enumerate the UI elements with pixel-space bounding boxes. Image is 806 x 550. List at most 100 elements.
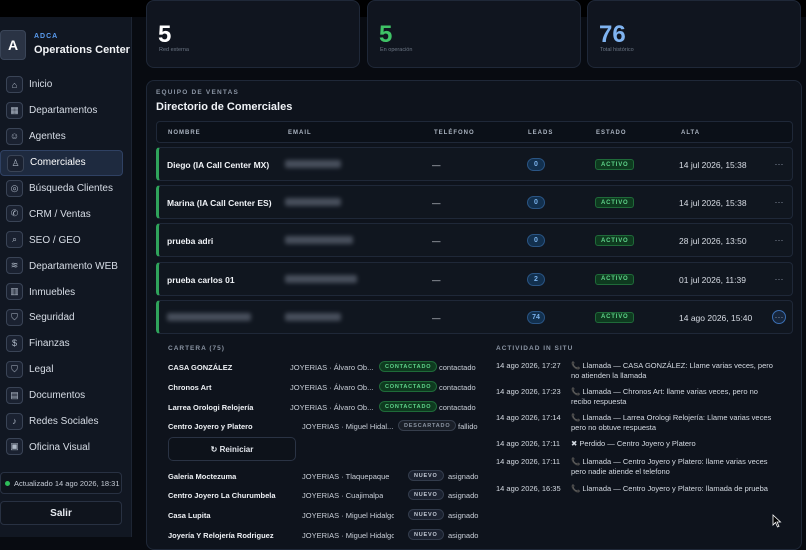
brand-org: ADCA: [34, 33, 59, 40]
shield-icon: ⛉: [6, 309, 23, 327]
cartera-group: JOYERIAS · Álvaro Ob...: [290, 403, 374, 412]
comercial-name: prueba carlos 01: [167, 274, 235, 285]
comerciales-panel: EQUIPO DE VENTAS Directorio de Comercial…: [146, 80, 802, 550]
sidebar-item-label: Redes Sociales: [29, 416, 99, 428]
table-row[interactable]: — 74 ACTIVO 14 ago 2026, 15:40 ···: [156, 299, 793, 334]
sidebar-item-búsqueda-clientes[interactable]: ◎ Búsqueda Clientes: [0, 176, 132, 202]
cartera-item[interactable]: CASA GONZÁLEZ JOYERIAS · Álvaro Ob... CONT…: [168, 361, 488, 375]
sidebar-item-legal[interactable]: ⛉ Legal: [0, 357, 132, 383]
leads-badge: 0: [527, 196, 545, 210]
more-options-icon[interactable]: ···: [772, 309, 786, 324]
sidebar-item-label: Documentos: [29, 390, 86, 402]
col-leads[interactable]: LEADS: [528, 130, 553, 136]
last-updated: Actualizado 14 ago 2026, 18:31: [0, 472, 122, 494]
more-options-icon[interactable]: ···: [772, 272, 786, 286]
col-telefono[interactable]: TELÉFONO: [434, 130, 475, 136]
table-row[interactable]: prueba carlos 01 — 2 ACTIVO 01 jul 2026, 11:…: [156, 261, 793, 296]
col-alta[interactable]: ALTA: [681, 130, 700, 136]
col-email[interactable]: EMAIL: [288, 130, 312, 136]
table-header: NOMBRE EMAIL TELÉFONO LEADS ESTADO ALTA: [156, 121, 793, 143]
phone-icon: ✆: [6, 205, 23, 223]
cartera-status: asignado: [448, 511, 479, 520]
cartera-item[interactable]: Chronos Art JOYERIAS · Álvaro Ob... CONTAC…: [168, 381, 488, 395]
sidebar-item-label: CRM / Ventas: [29, 208, 91, 220]
email-redacted: [285, 160, 341, 168]
cartera-badge: DESCARTADO: [398, 420, 457, 431]
sidebar-item-departamento-web[interactable]: ≋ Departamento WEB: [0, 253, 132, 279]
sidebar-item-seguridad[interactable]: ⛉ Seguridad: [0, 305, 132, 331]
cartera-name: Casa Lupita: [168, 511, 211, 520]
email-redacted: [285, 236, 353, 245]
cartera-group: JOYERIAS · Álvaro Ob...: [290, 363, 374, 372]
target-icon: ◎: [6, 179, 23, 197]
activity-text: 📞 Llamada — Chronos Art: llame varias ve…: [571, 387, 758, 406]
grid-icon: ▦: [6, 101, 23, 119]
last-updated-text: Actualizado 14 ago 2026, 18:31: [14, 478, 120, 488]
kpi-value: 76: [599, 21, 626, 48]
cartera-item[interactable]: Casa Lupita JOYERIAS · Miguel Hidalgo NUEV…: [168, 509, 488, 523]
cartera-name: Larrea Orologi Relojería: [168, 403, 254, 412]
logout-button[interactable]: Salir: [0, 501, 122, 525]
sidebar: A ADCA Operations Center ⌂ Inicio ▦ Departa…: [0, 17, 132, 537]
status-badge: ACTIVO: [595, 159, 635, 170]
col-estado[interactable]: ESTADO: [596, 130, 627, 136]
activity-text: ✖ Perdido — Centro Joyero y Platero: [571, 439, 696, 448]
col-nombre[interactable]: NOMBRE: [168, 130, 201, 136]
brand-logo[interactable]: A: [0, 30, 26, 60]
bot-icon: ☺: [6, 127, 23, 145]
cartera-item[interactable]: Galeria Moctezuma JOYERIAS · Tlaquepaque N…: [168, 470, 488, 484]
cartera-item[interactable]: Centro Joyero La Churumbela JOYERIAS · Cu…: [168, 489, 488, 503]
alta-cell: 14 ago 2026, 15:40: [679, 312, 753, 323]
comercial-name: prueba adri: [167, 236, 214, 247]
legal-shield-icon: ⛉: [6, 360, 23, 378]
cartera-status: asignado: [448, 531, 479, 540]
layers-icon: ≋: [6, 257, 23, 275]
sidebar-item-crm-ventas[interactable]: ✆ CRM / Ventas: [0, 201, 132, 227]
sidebar-item-label: Inicio: [29, 79, 53, 91]
sidebar-item-documentos[interactable]: ▤ Documentos: [0, 383, 132, 409]
more-options-icon[interactable]: ···: [772, 233, 786, 247]
section-title: Directorio de Comerciales: [156, 101, 293, 113]
more-options-icon[interactable]: ···: [772, 157, 786, 171]
sidebar-item-agentes[interactable]: ☺ Agentes: [0, 124, 132, 150]
sidebar-item-oficina-visual[interactable]: ▣ Oficina Visual: [0, 434, 132, 460]
bell-icon: ♪: [6, 412, 23, 430]
brand: A ADCA Operations Center: [0, 30, 132, 64]
cartera-badge: NUEVO: [408, 509, 444, 520]
sidebar-item-inmuebles[interactable]: ▥ Inmuebles: [0, 279, 132, 305]
sidebar-item-inicio[interactable]: ⌂ Inicio: [0, 72, 132, 98]
table-row[interactable]: prueba adri — 0 ACTIVO 28 jul 2026, 13:50 ···: [156, 223, 793, 258]
sidebar-item-comerciales[interactable]: ♙ Comerciales: [0, 149, 123, 176]
table-row[interactable]: Diego (IA Call Center MX) — 0 ACTIVO 14 jul …: [156, 147, 793, 181]
alta-cell: 14 jul 2026, 15:38: [679, 198, 747, 209]
more-options-icon[interactable]: ···: [772, 195, 786, 209]
dollar-icon: $: [6, 334, 23, 352]
reiniciar-button[interactable]: ↻ Reiniciar: [168, 437, 296, 461]
cartera-item[interactable]: Centro Joyero y Platero JOYERIAS · Miguel…: [168, 420, 488, 434]
sidebar-item-label: Búsqueda Clientes: [29, 183, 113, 194]
sidebar-nav: ⌂ Inicio ▦ Departamentos ☺ Agentes ♙ Comerciale…: [0, 72, 132, 460]
activity-date: 14 ago 2026, 17:11: [496, 439, 561, 448]
comercial-name: Marina (IA Call Center ES): [167, 198, 272, 209]
mouse-cursor-icon: [772, 514, 782, 528]
home-icon: ⌂: [6, 76, 23, 93]
cartera-status: fallido: [458, 422, 478, 431]
sidebar-item-label: Departamento WEB: [29, 260, 118, 272]
document-icon: ▤: [6, 386, 23, 404]
sidebar-item-finanzas[interactable]: $ Finanzas: [0, 331, 132, 357]
phone-cell: —: [432, 312, 441, 323]
sidebar-item-departamentos[interactable]: ▦ Departamentos: [0, 98, 132, 124]
table-row[interactable]: Marina (IA Call Center ES) — 0 ACTIVO 14 jul…: [156, 185, 793, 220]
activity-text: 📞 Llamada — Centro Joyero y Platero: lla…: [571, 457, 768, 476]
sidebar-item-redes-sociales[interactable]: ♪ Redes Sociales: [0, 409, 132, 435]
cartera-group: JOYERIAS · Miguel Hidalgo: [302, 511, 394, 520]
cartera-status: contactado: [439, 363, 476, 372]
cartera-badge: CONTACTADO: [379, 361, 438, 372]
cartera-name: Galeria Moctezuma: [168, 472, 237, 481]
building-icon: ▥: [6, 283, 23, 301]
cartera-item[interactable]: Larrea Orologi Relojería JOYERIAS · Álvar…: [168, 401, 488, 415]
activity-date: 14 ago 2026, 17:27: [496, 361, 561, 370]
activity-text: 📞 Llamada — Centro Joyero y Platero: lla…: [571, 484, 768, 493]
cartera-item[interactable]: Joyería Y Relojería Rodriguez JOYERIAS · …: [168, 529, 488, 543]
sidebar-item-seo-geo[interactable]: ⌕ SEO / GEO: [0, 227, 132, 253]
